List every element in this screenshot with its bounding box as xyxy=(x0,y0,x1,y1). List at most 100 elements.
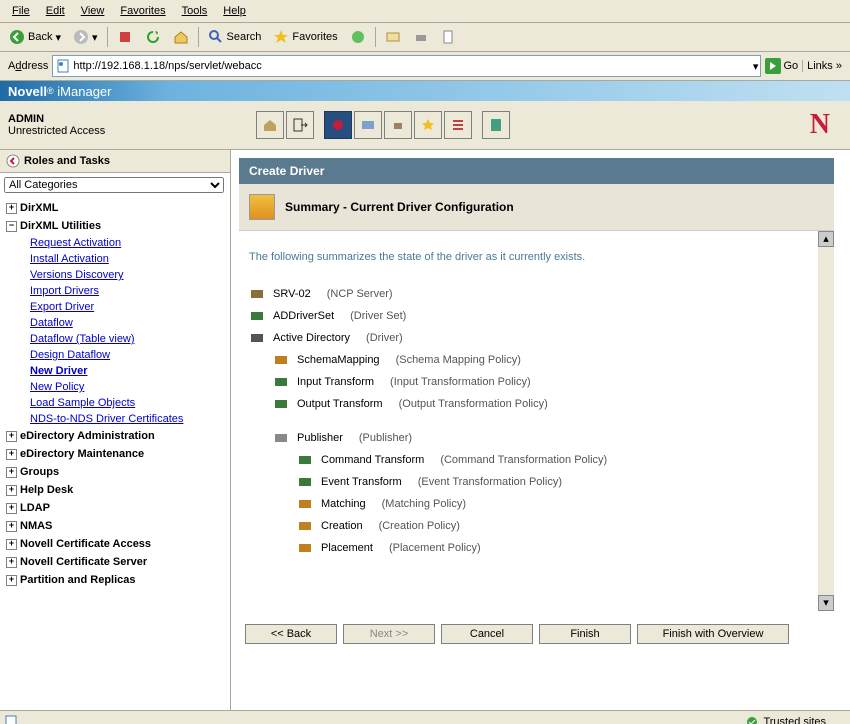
roles-header: Roles and Tasks xyxy=(0,150,230,173)
back-arrow-icon[interactable] xyxy=(6,154,20,168)
item-name: Matching xyxy=(321,498,366,510)
page-icon xyxy=(55,58,71,74)
util-link-design-dataflow[interactable]: Design Dataflow xyxy=(30,347,224,363)
status-right: Trusted sites xyxy=(745,715,846,724)
menu-view[interactable]: View xyxy=(73,2,113,20)
admin-row: ADMIN Unrestricted Access N xyxy=(0,101,850,150)
view-icon xyxy=(360,117,376,133)
tree-dirxml-util[interactable]: −DirXML Utilities xyxy=(6,217,224,235)
stop-icon xyxy=(117,29,133,45)
config-icon xyxy=(390,117,406,133)
back-button[interactable]: Back ▾ xyxy=(4,26,66,48)
util-link-nds-to-nds-driver-certificates[interactable]: NDS-to-NDS Driver Certificates xyxy=(30,411,224,427)
tool-config[interactable] xyxy=(384,111,412,139)
search-icon xyxy=(208,29,224,45)
forward-button[interactable]: ▾ xyxy=(68,26,103,48)
menu-help[interactable]: Help xyxy=(215,2,254,20)
driver-row: Placement (Placement Policy) xyxy=(249,537,824,559)
search-button[interactable]: Search xyxy=(203,26,267,48)
chevron-down-icon: ▾ xyxy=(92,31,98,44)
print-icon xyxy=(413,29,429,45)
driver-row: SRV-02 (NCP Server) xyxy=(249,283,824,305)
tree-ldap[interactable]: +LDAP xyxy=(6,499,224,517)
address-bar: Address ▾ Go Links » xyxy=(0,52,850,81)
home-button[interactable] xyxy=(168,26,194,48)
tool-fav[interactable] xyxy=(414,111,442,139)
finish-overview-button[interactable]: Finish with Overview xyxy=(637,624,789,644)
util-link-versions-discovery[interactable]: Versions Discovery xyxy=(30,267,224,283)
mail-icon xyxy=(385,29,401,45)
driver-row: Command Transform (Command Transformatio… xyxy=(249,449,824,471)
tree-novell-certificate-server[interactable]: +Novell Certificate Server xyxy=(6,553,224,571)
tree-partition-and-replicas[interactable]: +Partition and Replicas xyxy=(6,571,224,589)
links-button[interactable]: Links » xyxy=(802,60,846,72)
vertical-scrollbar[interactable]: ▴ ▾ xyxy=(818,231,834,611)
brand-product: iManager xyxy=(57,84,111,99)
item-type: (Matching Policy) xyxy=(382,498,466,510)
go-button[interactable]: Go xyxy=(765,58,798,74)
go-label: Go xyxy=(783,60,798,72)
favorites-button[interactable]: Favorites xyxy=(268,26,342,48)
tree-dirxml[interactable]: +DirXML xyxy=(6,199,224,217)
tree-help-desk[interactable]: +Help Desk xyxy=(6,481,224,499)
util-link-install-activation[interactable]: Install Activation xyxy=(30,251,224,267)
intro-text: The following summarizes the state of th… xyxy=(249,251,824,263)
util-link-dataflow-table-view-[interactable]: Dataflow (Table view) xyxy=(30,331,224,347)
dirxml-util-links: Request ActivationInstall ActivationVers… xyxy=(6,235,224,427)
tool-roles[interactable] xyxy=(324,111,352,139)
item-name: ADDriverSet xyxy=(273,310,334,322)
util-link-load-sample-objects[interactable]: Load Sample Objects xyxy=(30,395,224,411)
item-type: (Schema Mapping Policy) xyxy=(396,354,521,366)
driver-row: Active Directory (Driver) xyxy=(249,327,824,349)
refresh-button[interactable] xyxy=(140,26,166,48)
stop-button[interactable] xyxy=(112,26,138,48)
wizard-icon xyxy=(249,194,275,220)
util-link-export-driver[interactable]: Export Driver xyxy=(30,299,224,315)
go-icon xyxy=(765,58,781,74)
item-icon xyxy=(249,330,265,346)
favorites-label: Favorites xyxy=(292,31,337,43)
tool-exit[interactable] xyxy=(286,111,314,139)
menu-favorites[interactable]: Favorites xyxy=(112,2,173,20)
chevron-down-icon[interactable]: ▾ xyxy=(753,60,759,73)
item-type: (Driver) xyxy=(366,332,403,344)
tool-list[interactable] xyxy=(444,111,472,139)
tool-view[interactable] xyxy=(354,111,382,139)
tree-edirectory-administration[interactable]: +eDirectory Administration xyxy=(6,427,224,445)
print-button[interactable] xyxy=(408,26,434,48)
item-type: (Publisher) xyxy=(359,432,412,444)
util-link-request-activation[interactable]: Request Activation xyxy=(30,235,224,251)
roles-icon xyxy=(330,117,346,133)
media-button[interactable] xyxy=(345,26,371,48)
main-area: Roles and Tasks All Categories +DirXML −… xyxy=(0,150,850,710)
nav-tree: +DirXML −DirXML Utilities Request Activa… xyxy=(0,197,230,591)
menu-edit[interactable]: Edit xyxy=(38,2,73,20)
mail-button[interactable] xyxy=(380,26,406,48)
util-link-import-drivers[interactable]: Import Drivers xyxy=(30,283,224,299)
item-type: (Event Transformation Policy) xyxy=(418,476,562,488)
tree-novell-certificate-access[interactable]: +Novell Certificate Access xyxy=(6,535,224,553)
sidebar: Roles and Tasks All Categories +DirXML −… xyxy=(0,150,231,710)
tree-groups[interactable]: +Groups xyxy=(6,463,224,481)
summary-area[interactable]: The following summarizes the state of th… xyxy=(239,231,834,611)
finish-button[interactable]: Finish xyxy=(539,624,631,644)
tool-home[interactable] xyxy=(256,111,284,139)
page-icon xyxy=(4,714,18,724)
cancel-button[interactable]: Cancel xyxy=(441,624,533,644)
util-link-new-policy[interactable]: New Policy xyxy=(30,379,224,395)
menu-tools[interactable]: Tools xyxy=(174,2,216,20)
address-input[interactable] xyxy=(71,59,753,73)
tree-edirectory-maintenance[interactable]: +eDirectory Maintenance xyxy=(6,445,224,463)
category-select[interactable]: All Categories xyxy=(4,177,224,193)
driver-row: Creation (Creation Policy) xyxy=(249,515,824,537)
item-type: (Creation Policy) xyxy=(379,520,460,532)
tree-nmas[interactable]: +NMAS xyxy=(6,517,224,535)
back-button[interactable]: << Back xyxy=(245,624,337,644)
tool-help[interactable] xyxy=(482,111,510,139)
item-name: SRV-02 xyxy=(273,288,311,300)
edit-button[interactable] xyxy=(436,26,462,48)
util-link-dataflow[interactable]: Dataflow xyxy=(30,315,224,331)
menu-file[interactable]: File xyxy=(4,2,38,20)
util-link-new-driver[interactable]: New Driver xyxy=(30,363,224,379)
item-name: SchemaMapping xyxy=(297,354,380,366)
